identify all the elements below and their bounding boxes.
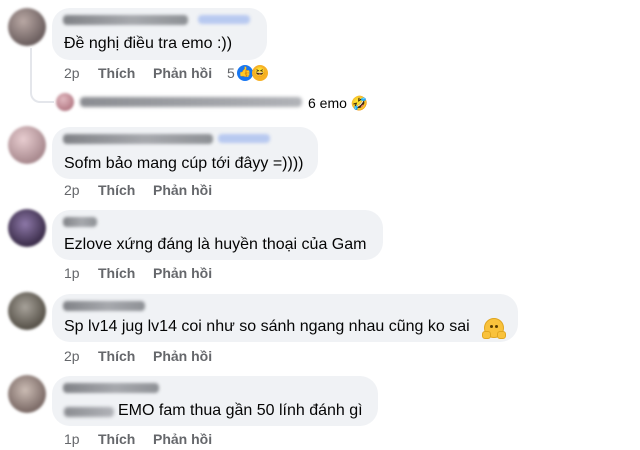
reply-button[interactable]: Phản hồi bbox=[153, 182, 212, 198]
reply-author-name bbox=[80, 97, 302, 107]
comment-time[interactable]: 2p bbox=[64, 182, 80, 198]
comment-time[interactable]: 1p bbox=[64, 431, 80, 447]
mentioned-name[interactable] bbox=[64, 407, 114, 417]
comment-time[interactable]: 2p bbox=[64, 65, 80, 81]
comment-actions: 1p Thích Phản hồi bbox=[64, 431, 364, 449]
commenter-tag bbox=[218, 134, 270, 143]
hugging-face-icon bbox=[482, 318, 506, 339]
comment-bubble: EMO fam thua gần 50 lính đánh gì bbox=[52, 376, 378, 426]
commenter-tag bbox=[198, 15, 250, 24]
avatar[interactable] bbox=[8, 126, 46, 164]
reply-preview-text: 6 emo bbox=[308, 95, 347, 111]
reply-button[interactable]: Phản hồi bbox=[153, 65, 212, 81]
rolling-laughing-icon: 🤣 bbox=[350, 95, 369, 111]
comment-actions: 2p Thích Phản hồi bbox=[64, 348, 364, 366]
haha-reaction-icon: 😆 bbox=[252, 65, 268, 81]
commenter-name[interactable] bbox=[63, 15, 188, 25]
comment-time[interactable]: 1p bbox=[64, 265, 80, 281]
like-reaction-icon: 👍 bbox=[237, 65, 253, 81]
comment-bubble: Ezlove xứng đáng là huyền thoại của Gam bbox=[52, 210, 383, 260]
comment-text: Đề nghị điều tra emo :)) bbox=[64, 35, 233, 52]
comment-time[interactable]: 2p bbox=[64, 348, 80, 364]
reply-button[interactable]: Phản hồi bbox=[153, 348, 212, 364]
reaction-count[interactable]: 5 bbox=[227, 65, 235, 81]
avatar[interactable] bbox=[8, 209, 46, 247]
avatar[interactable] bbox=[8, 8, 46, 46]
comment-actions: 2p Thích Phản hồi bbox=[64, 182, 364, 200]
like-button[interactable]: Thích bbox=[98, 265, 135, 281]
like-button[interactable]: Thích bbox=[98, 182, 135, 198]
comment-text: EMO fam thua gần 50 lính đánh gì bbox=[118, 402, 363, 419]
reply-preview-link[interactable]: 6 emo 🤣 bbox=[308, 95, 368, 112]
comment-text: Ezlove xứng đáng là huyền thoại của Gam bbox=[64, 236, 367, 253]
comment-text: Sp lv14 jug lv14 coi như so sánh ngang n… bbox=[64, 318, 470, 335]
reply-avatar bbox=[56, 93, 74, 111]
comment-actions: 1p Thích Phản hồi bbox=[64, 265, 364, 283]
comment-bubble: Đề nghị điều tra emo :)) bbox=[52, 8, 267, 60]
like-button[interactable]: Thích bbox=[98, 348, 135, 364]
reply-button[interactable]: Phản hồi bbox=[153, 265, 212, 281]
like-button[interactable]: Thích bbox=[98, 65, 135, 81]
reply-button[interactable]: Phản hồi bbox=[153, 431, 212, 447]
comment-actions: 2p Thích Phản hồi bbox=[64, 65, 364, 83]
commenter-name[interactable] bbox=[63, 383, 159, 393]
avatar[interactable] bbox=[8, 375, 46, 413]
commenter-name[interactable] bbox=[63, 217, 97, 227]
thread-line bbox=[30, 48, 54, 103]
comment-bubble: Sp lv14 jug lv14 coi như so sánh ngang n… bbox=[52, 294, 518, 342]
commenter-name[interactable] bbox=[63, 134, 213, 144]
avatar[interactable] bbox=[8, 292, 46, 330]
like-button[interactable]: Thích bbox=[98, 431, 135, 447]
comment-bubble: Sofm bảo mang cúp tới đâyy =)))) bbox=[52, 127, 318, 179]
commenter-name[interactable] bbox=[63, 301, 145, 311]
comment-text: Sofm bảo mang cúp tới đâyy =)))) bbox=[64, 155, 304, 172]
